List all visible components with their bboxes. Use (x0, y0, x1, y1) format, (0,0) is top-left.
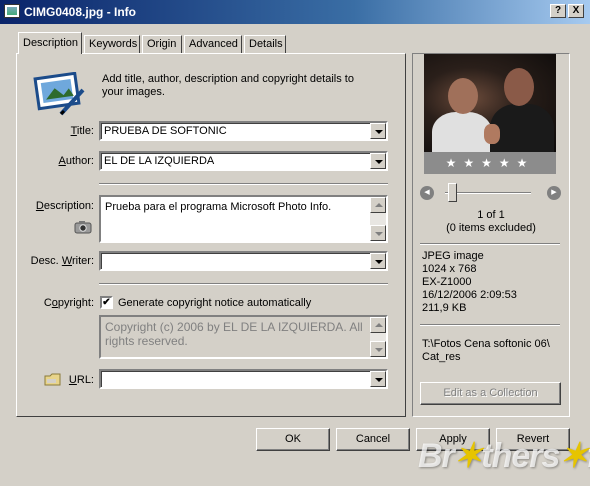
url-combo[interactable] (99, 369, 388, 389)
separator (420, 243, 560, 245)
separator (420, 324, 560, 326)
url-dropdown-arrow-icon[interactable] (370, 371, 386, 387)
photo-info-icon (33, 72, 85, 116)
title-dropdown-arrow-icon[interactable] (370, 123, 386, 139)
description-textarea[interactable]: Prueba para el programa Microsoft Photo … (99, 195, 388, 243)
meta-dimensions: 1024 x 768 (422, 263, 477, 275)
author-dropdown-arrow-icon[interactable] (370, 153, 386, 169)
scroll-up-arrow-icon (370, 317, 386, 333)
title-bar: CIMG0408.jpg - Info ? X (0, 0, 590, 24)
scroll-up-arrow-icon[interactable] (370, 197, 386, 213)
title-label: Title: (70, 125, 94, 137)
tab-details[interactable]: Details (244, 35, 286, 54)
tab-advanced[interactable]: Advanced (184, 35, 242, 54)
title-value[interactable]: PRUEBA DE SOFTONIC (104, 125, 227, 137)
desc-writer-label: Desc. Writer: (30, 255, 94, 267)
tab-origin[interactable]: Origin (142, 35, 182, 54)
author-value[interactable]: EL DE LA IZQUIERDA (104, 155, 214, 167)
desc-writer-combo[interactable] (99, 251, 388, 271)
photo-thumbnail (424, 54, 556, 152)
rating-stars[interactable]: ★★★★★ (424, 152, 556, 174)
copyright-checkbox[interactable]: ✔ (100, 296, 113, 309)
window-title: CIMG0408.jpg - Info (24, 5, 137, 19)
copyright-checkbox-label[interactable]: Generate copyright notice automatically (118, 297, 311, 309)
tab-description[interactable]: Description (18, 32, 82, 54)
author-label: Author: (58, 155, 94, 167)
help-button[interactable]: ? (550, 4, 566, 18)
desc-writer-dropdown-arrow-icon[interactable] (370, 253, 386, 269)
app-icon (4, 4, 20, 18)
author-combo[interactable]: EL DE LA IZQUIERDA (99, 151, 388, 171)
copyright-scrollbar (370, 317, 386, 357)
next-icon[interactable]: ▶ (547, 186, 561, 200)
cancel-button[interactable]: Cancel (336, 428, 410, 451)
copyright-value: Copyright (c) 2006 by EL DE LA IZQUIERDA… (105, 320, 363, 348)
description-scrollbar[interactable] (370, 197, 386, 241)
scroll-down-arrow-icon[interactable] (370, 225, 386, 241)
previous-icon[interactable]: ◀ (420, 186, 434, 200)
excluded-text: (0 items excluded) (446, 222, 536, 234)
title-combo[interactable]: PRUEBA DE SOFTONIC (99, 121, 388, 141)
meta-camera: EX-Z1000 (422, 276, 472, 288)
close-button[interactable]: X (568, 4, 584, 18)
meta-date: 16/12/2006 2:09:53 (422, 289, 517, 301)
description-label: Description: (35, 200, 94, 212)
copyright-label: Copyright: (43, 297, 94, 309)
description-value[interactable]: Prueba para el programa Microsoft Photo … (105, 200, 366, 214)
separator (99, 183, 388, 185)
slider-thumb[interactable] (448, 183, 457, 202)
brothersoft-watermark: Br✶thers✶ft (418, 437, 590, 475)
url-label: URL: (68, 374, 94, 386)
edit-as-collection-button: Edit as a Collection (420, 382, 561, 405)
camera-icon[interactable] (74, 220, 92, 234)
meta-type: JPEG image (422, 250, 484, 262)
tab-keywords[interactable]: Keywords (84, 35, 140, 54)
slider-track[interactable] (445, 192, 531, 194)
file-path: T:\Fotos Cena softonic 06\ Cat_res (422, 338, 550, 363)
copyright-textarea: Copyright (c) 2006 by EL DE LA IZQUIERDA… (99, 315, 388, 359)
intro-text: Add title, author, description and copyr… (102, 73, 354, 98)
scroll-down-arrow-icon (370, 341, 386, 357)
position-text: 1 of 1 (477, 209, 505, 221)
meta-size: 211,9 KB (422, 302, 467, 314)
ok-button[interactable]: OK (256, 428, 330, 451)
separator (99, 283, 388, 285)
